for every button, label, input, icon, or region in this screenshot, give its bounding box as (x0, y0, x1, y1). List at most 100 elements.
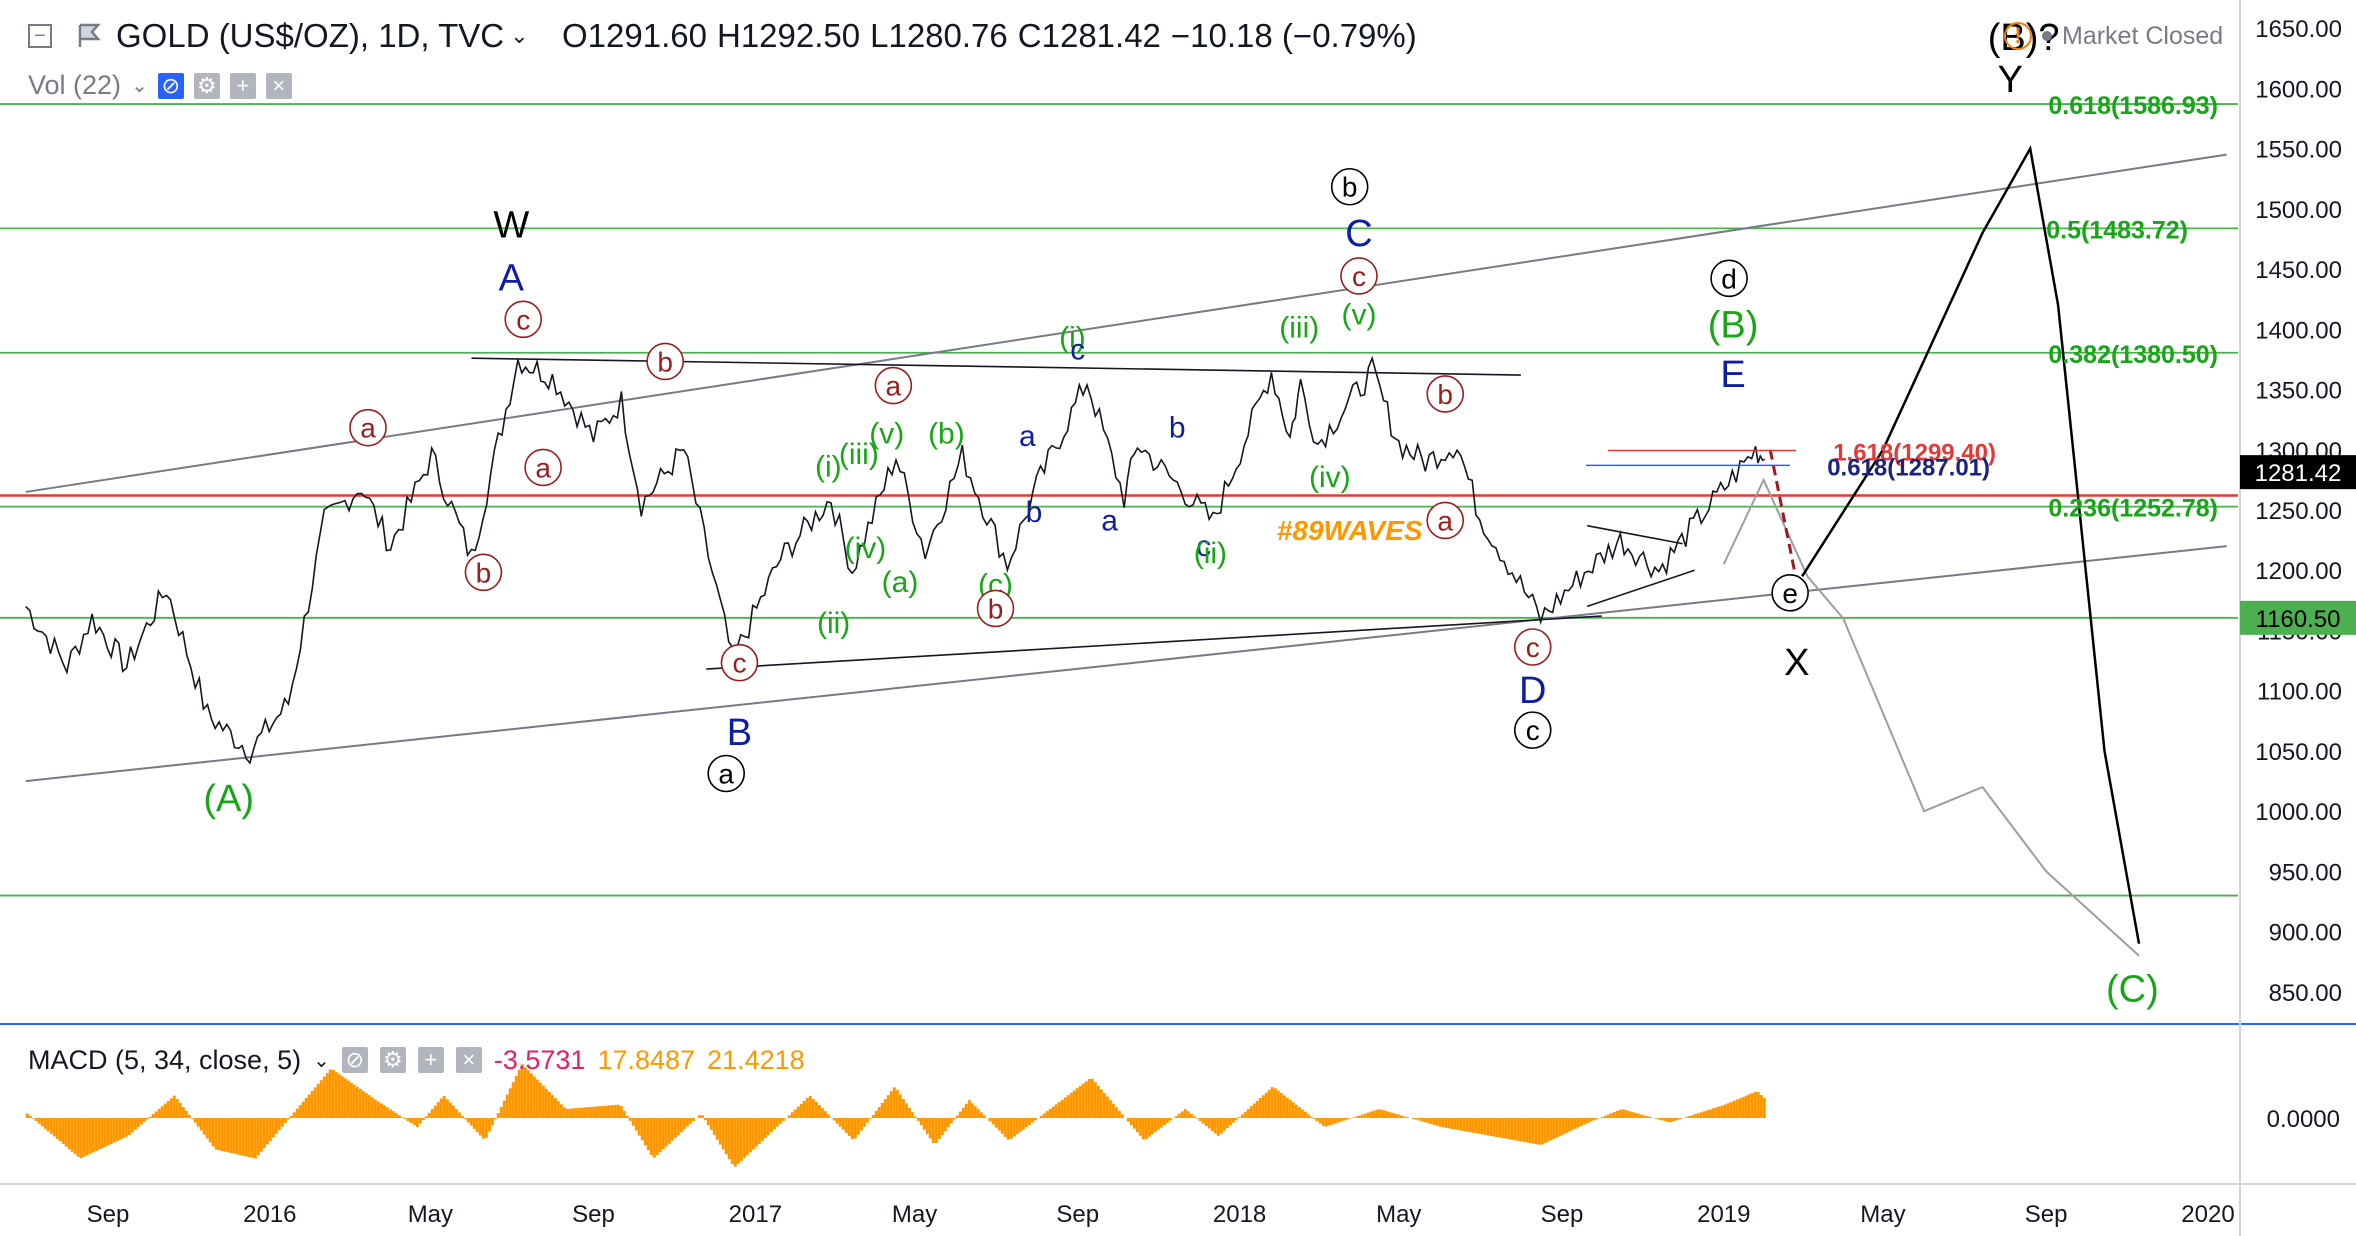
volume-label[interactable]: Vol (22) (28, 70, 121, 101)
chevron-down-icon[interactable]: ⌄ (313, 1048, 330, 1073)
macd-histogram-bar (1048, 1108, 1052, 1118)
macd-histogram-bar (1600, 1117, 1604, 1118)
fib-label: 0.236(1252.78) (2048, 495, 2218, 523)
chevron-down-icon[interactable]: ⌄ (131, 73, 148, 98)
macd-histogram-bar (1639, 1114, 1643, 1118)
macd-histogram-bar (817, 1105, 821, 1118)
macd-histogram-bar (436, 1102, 440, 1118)
macd-histogram-bar (1510, 1118, 1514, 1140)
last-price-label: 1281.42 (2255, 460, 2342, 487)
macd-name[interactable]: MACD (5, 34, close, 5) (28, 1045, 301, 1076)
macd-histogram-bar (1429, 1118, 1433, 1125)
macd-histogram-bar (529, 1073, 533, 1118)
wave-label: (b) (928, 418, 965, 451)
macd-histogram-bar (625, 1115, 629, 1118)
macd-histogram-bar (889, 1091, 893, 1118)
macd-histogram-bar (1636, 1113, 1640, 1118)
macd-histogram-bar (565, 1108, 569, 1118)
close-icon[interactable]: × (265, 72, 292, 99)
macd-histogram-bar (1693, 1114, 1697, 1118)
fib-label: 0.618(1586.93) (2048, 92, 2218, 120)
macd-histogram-bar (1153, 1118, 1157, 1133)
macd-histogram-bar (1132, 1118, 1136, 1129)
macd-histogram-bar (151, 1114, 155, 1118)
macd-value-1: -3.5731 (493, 1044, 586, 1075)
macd-histogram-bar (172, 1095, 176, 1118)
macd-histogram-bar (1666, 1118, 1670, 1123)
macd-histogram-bar (1576, 1118, 1580, 1128)
macd-histogram-bar (1483, 1118, 1487, 1135)
macd-histogram-bar (1495, 1118, 1499, 1138)
macd-histogram-bar (1420, 1118, 1424, 1122)
macd-histogram-bar (403, 1118, 407, 1120)
macd-histogram-bar (856, 1118, 860, 1135)
macd-histogram-bar (1609, 1113, 1613, 1118)
macd-histogram-bar (1618, 1109, 1622, 1118)
add-icon[interactable]: + (417, 1047, 444, 1073)
wave-label: a (886, 371, 902, 402)
macd-histogram-bar (1279, 1093, 1283, 1118)
open-value: 1291.60 (587, 17, 707, 54)
add-icon[interactable]: + (229, 72, 256, 99)
macd-histogram-bar (94, 1118, 98, 1151)
macd-histogram-bar (844, 1118, 848, 1133)
macd-histogram-bar (754, 1118, 758, 1147)
macd-histogram-bar (913, 1116, 917, 1118)
macd-histogram-bar (1624, 1110, 1628, 1118)
alt-projection-path (1722, 477, 2140, 957)
macd-histogram-bar (244, 1118, 248, 1157)
macd-histogram-bar (970, 1103, 974, 1118)
macd-histogram-bar (1645, 1116, 1649, 1118)
wave-label: a (360, 413, 376, 444)
macd-histogram-bar (205, 1118, 209, 1139)
high-value: 1292.50 (740, 17, 861, 54)
symbol-label[interactable]: GOLD (US$/OZ), 1D, TVC (116, 17, 504, 55)
macd-histogram-bar (1753, 1091, 1757, 1118)
macd-histogram-bar (61, 1118, 65, 1144)
collapse-toggle[interactable]: − (28, 24, 52, 48)
macd-histogram-bar (118, 1118, 122, 1140)
macd-histogram-bar (1096, 1085, 1100, 1118)
macd-histogram-bar (91, 1118, 95, 1153)
macd-histogram-bar (607, 1105, 611, 1118)
macd-histogram-bar (82, 1118, 86, 1157)
close-icon[interactable]: × (455, 1047, 482, 1073)
wave-label: Y (1998, 59, 2023, 101)
macd-histogram-bar (730, 1118, 734, 1165)
wave-label: (A) (203, 778, 254, 820)
open-label: O (562, 17, 588, 54)
chevron-down-icon[interactable]: ⌄ (510, 23, 528, 49)
main-projection-path (1801, 144, 2141, 944)
macd-histogram-bar (433, 1105, 437, 1118)
macd-histogram-bar (1603, 1115, 1607, 1118)
macd-histogram-bar (1024, 1118, 1028, 1128)
macd-histogram-bar (1138, 1118, 1142, 1136)
macd-histogram-bar (346, 1080, 350, 1118)
macd-histogram-bar (475, 1118, 479, 1133)
wave-label: e (1782, 578, 1798, 609)
macd-histogram-bar (1267, 1089, 1271, 1118)
macd-histogram-bar (445, 1099, 449, 1118)
macd-histogram-bar (1030, 1118, 1034, 1123)
macd-histogram-bar (1360, 1114, 1364, 1118)
warning-icon[interactable]: ! (2004, 22, 2032, 50)
macd-histogram-bar (718, 1118, 722, 1145)
wave-label: b (1026, 496, 1043, 529)
macd-histogram-bar (1351, 1117, 1355, 1118)
macd-histogram-bar (895, 1090, 899, 1118)
macd-histogram-bar (1180, 1111, 1184, 1118)
macd-histogram-bar (1009, 1118, 1013, 1139)
settings-icon[interactable]: ⚙ (193, 72, 220, 99)
hide-icon[interactable]: ⊘ (157, 72, 184, 99)
macd-histogram-bar (220, 1118, 224, 1151)
macd-histogram-bar (250, 1118, 254, 1158)
time-tick-label: Sep (2025, 1201, 2068, 1228)
wave-label: A (499, 258, 525, 300)
macd-histogram-bar (883, 1099, 887, 1118)
macd-histogram-bar (193, 1118, 197, 1123)
settings-icon[interactable]: ⚙ (379, 1047, 406, 1073)
hide-icon[interactable]: ⊘ (341, 1047, 368, 1073)
macd-histogram-bar (352, 1084, 356, 1118)
macd-histogram-bar (1708, 1109, 1712, 1118)
support-label: 1160.50 (2256, 606, 2341, 633)
